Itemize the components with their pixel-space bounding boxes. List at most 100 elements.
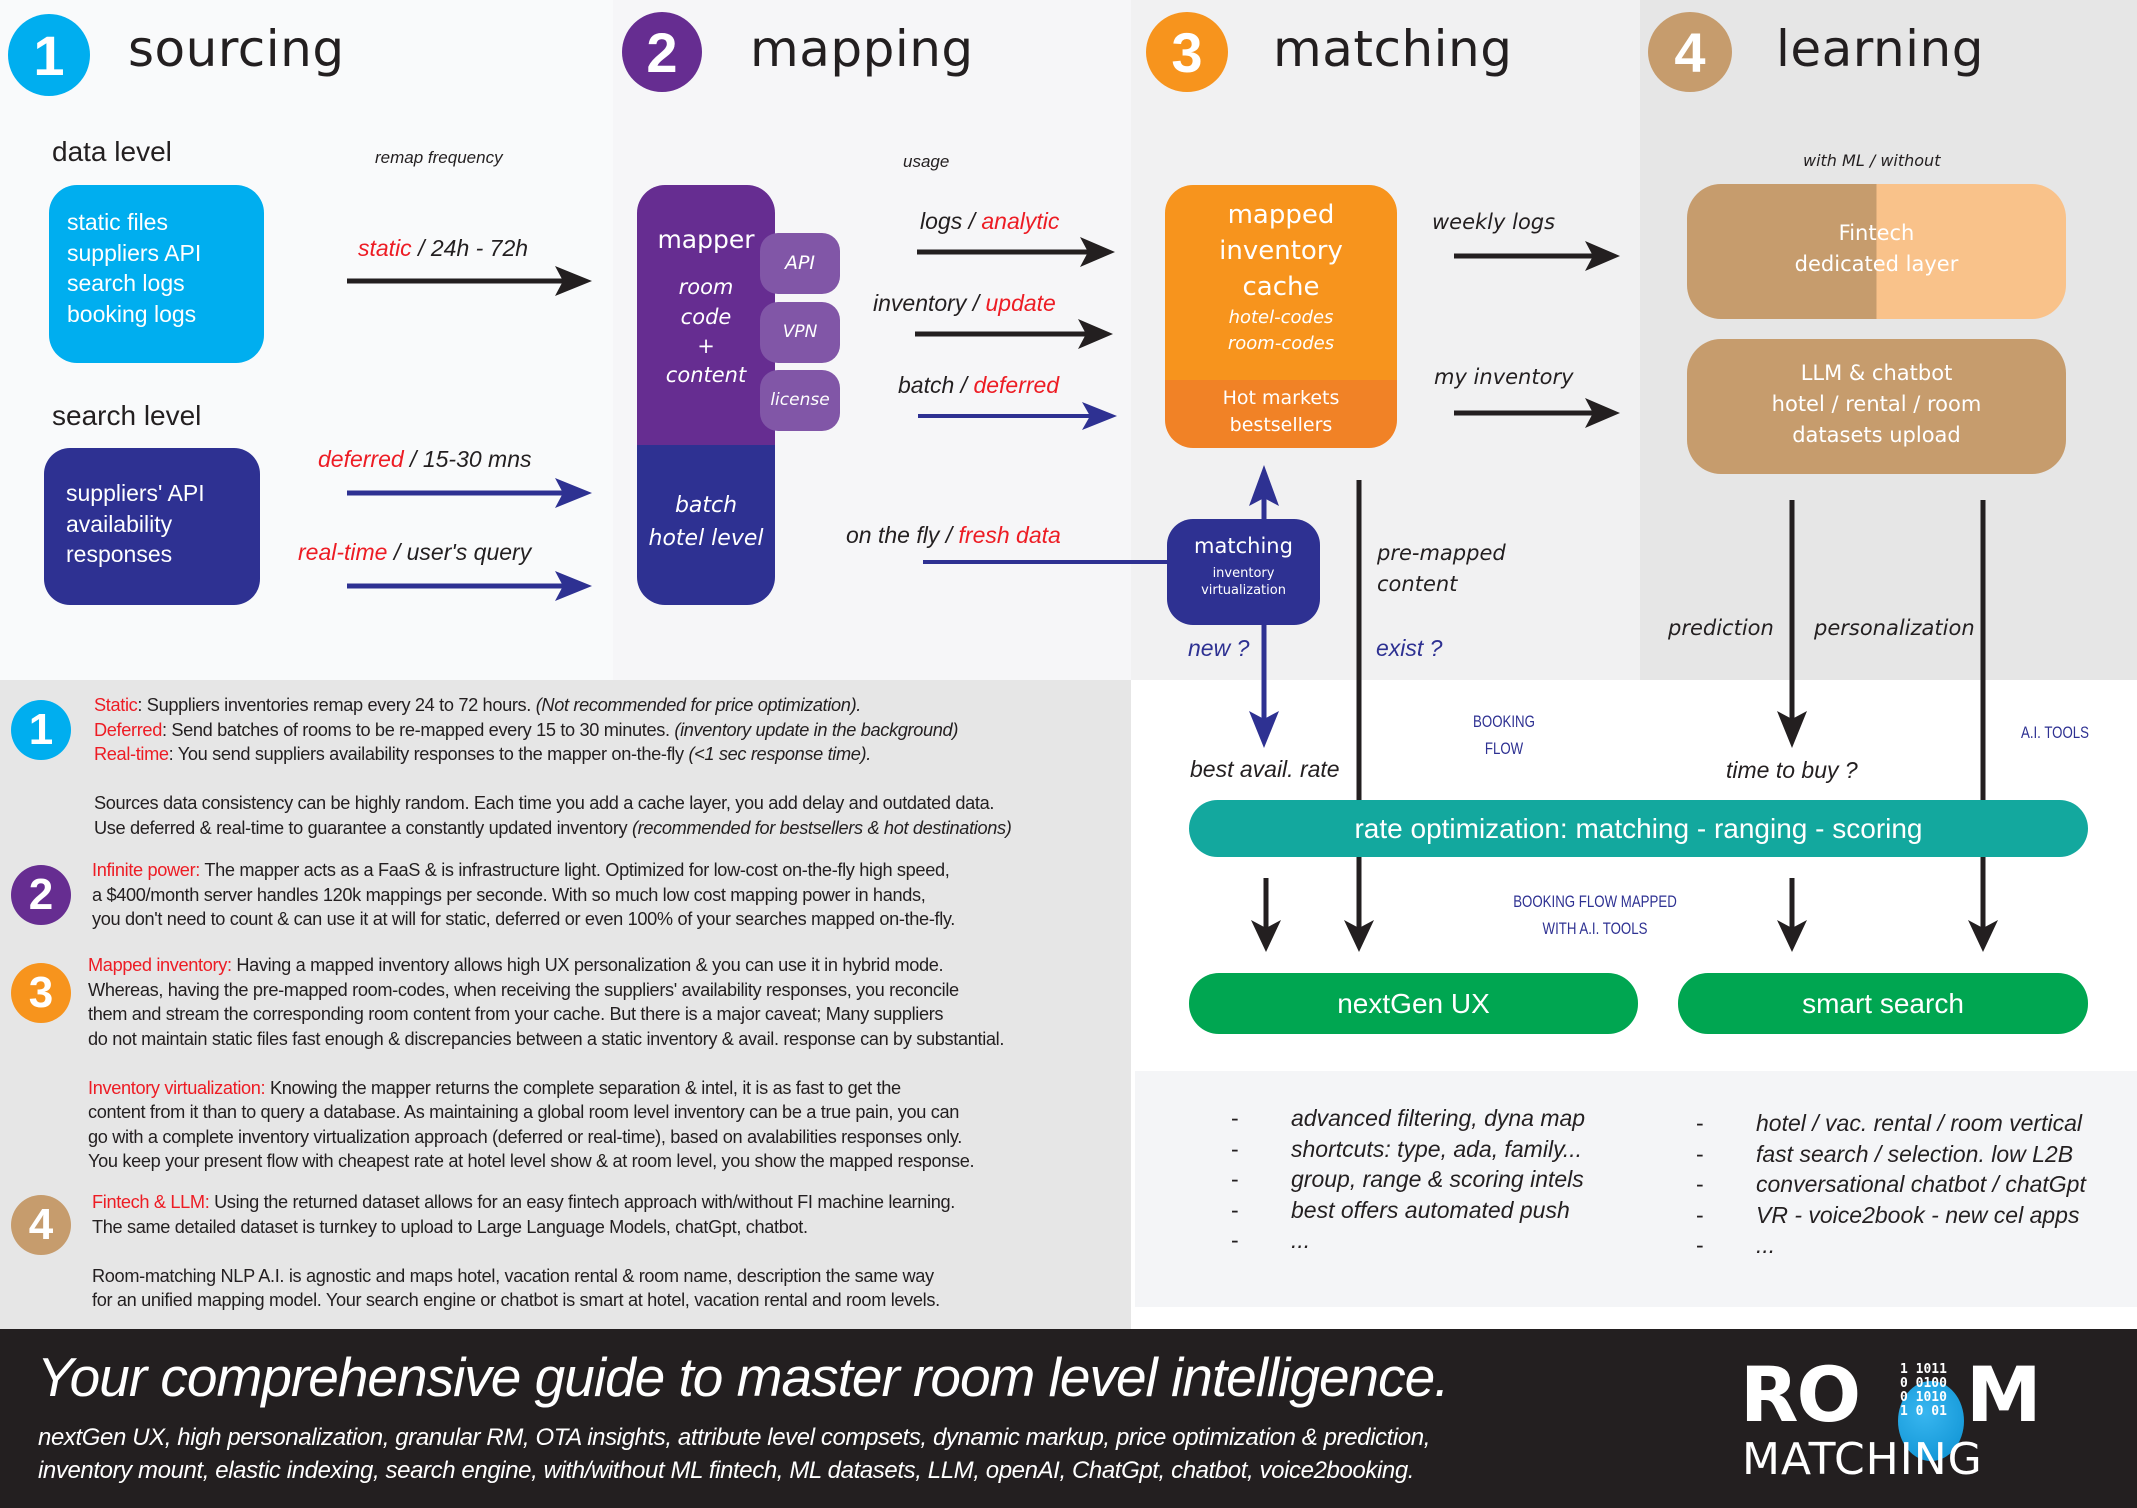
mapper-tab-api: API bbox=[760, 233, 840, 294]
note-line: Room-matching NLP A.I. is agnostic and m… bbox=[92, 1265, 934, 1286]
section-badge-2: 2 bbox=[622, 12, 702, 92]
flow-key: real-time bbox=[298, 539, 388, 565]
note-key: Mapped inventory: bbox=[88, 955, 232, 975]
list-item: - VR - voice2book - new cel apps bbox=[1696, 1201, 2080, 1228]
cache-upper: mapped inventory cache hotel-codes room-… bbox=[1165, 185, 1397, 380]
section-title-mapping: mapping bbox=[750, 20, 974, 78]
llm-line: hotel / rental / room bbox=[1771, 392, 1982, 416]
section-badge-4: 4 bbox=[1648, 12, 1732, 92]
note-sourcing: Static: Suppliers inventories remap ever… bbox=[94, 693, 1012, 840]
search-level-label: search level bbox=[52, 400, 202, 431]
section-title-learning: learning bbox=[1776, 20, 1984, 78]
note-line: content from it than to query a database… bbox=[88, 1102, 960, 1122]
binary-line: 1 0 01 bbox=[1900, 1404, 1947, 1419]
virt-sub: inventory bbox=[1212, 566, 1275, 581]
note-mapping: Infinite power: The mapper acts as a Faa… bbox=[92, 858, 955, 932]
hot-line: Hot markets bbox=[1222, 387, 1340, 409]
mapper-body: room bbox=[678, 275, 734, 299]
note-line: do not maintain static files fast enough… bbox=[88, 1028, 1005, 1049]
usage-key: inventory bbox=[873, 290, 967, 316]
cache-title-line: cache bbox=[1242, 272, 1320, 302]
list-item: - advanced filtering, dyna map bbox=[1231, 1105, 1586, 1131]
room-matching-logo: 1 1011 0 0100 0 1010 1 0 01 RO M MATCHIN… bbox=[1740, 1355, 2060, 1485]
note-text: Using the returned dataset allows for an… bbox=[209, 1192, 955, 1212]
usage-logs: logs / analytic bbox=[920, 208, 1060, 234]
flow-deferred: deferred / 15-30 mns bbox=[318, 446, 532, 473]
cache-title-line: inventory bbox=[1219, 236, 1343, 266]
exist-question: exist ? bbox=[1376, 635, 1443, 661]
usage-value: analytic bbox=[981, 208, 1060, 234]
search-level-box: suppliers' API availability responses bbox=[44, 448, 260, 605]
usage-key: batch bbox=[898, 372, 955, 398]
note-matching: Mapped inventory: Having a mapped invent… bbox=[88, 953, 1004, 1174]
nextgen-ux-box: nextGen UX bbox=[1189, 973, 1638, 1034]
list-item-text: VR - voice2book - new cel apps bbox=[1756, 1201, 2080, 1228]
section-badge-3: 3 bbox=[1146, 12, 1228, 92]
note-italic: (<1 sec response time). bbox=[688, 744, 871, 764]
note-line: Infinite power: The mapper acts as a Faa… bbox=[92, 858, 955, 883]
section-badge-1: 1 bbox=[8, 14, 90, 96]
mapped-inventory-cache-box: mapped inventory cache hotel-codes room-… bbox=[1165, 185, 1397, 448]
note-line: go with a complete inventory virtualizat… bbox=[88, 1126, 962, 1147]
my-inventory-label: my inventory bbox=[1434, 365, 1574, 389]
search-level-item: availability bbox=[66, 510, 173, 537]
pre-mapped-line: content bbox=[1377, 572, 1458, 596]
note-text: Having a mapped inventory allows high UX… bbox=[231, 955, 944, 975]
note-key: Static bbox=[94, 695, 138, 715]
note-badge-4: 4 bbox=[11, 1195, 71, 1255]
flow-static: static / 24h - 72h bbox=[358, 235, 528, 262]
cache-code-line: room-codes bbox=[1227, 333, 1335, 354]
note-text: : You send suppliers availability respon… bbox=[168, 744, 689, 764]
note-text: : Send batches of rooms to be re-mapped … bbox=[161, 719, 675, 740]
list-item: - conversational chatbot / chatGpt bbox=[1696, 1171, 2086, 1197]
personalization-label: personalization bbox=[1814, 616, 1975, 640]
badge-number: 4 bbox=[28, 1200, 54, 1249]
note-badge-2: 2 bbox=[11, 865, 71, 925]
usage-label: usage bbox=[903, 152, 950, 171]
note-line: Real-time: You send suppliers availabili… bbox=[94, 742, 1011, 767]
list-item: - hotel / vac. rental / room vertical bbox=[1696, 1110, 2082, 1136]
note-line: Whereas, having the pre-mapped room-code… bbox=[88, 979, 959, 1000]
footer-line: inventory mount, elastic indexing, searc… bbox=[38, 1457, 1415, 1484]
booking-flow-mapped-line: BOOKING FLOW MAPPED bbox=[1513, 892, 1677, 911]
note-key: Inventory virtualization: bbox=[88, 1077, 266, 1098]
list-item-text: conversational chatbot / chatGpt bbox=[1756, 1171, 2086, 1197]
usage-inventory: inventory / update bbox=[873, 290, 1056, 316]
search-level-item: suppliers' API bbox=[66, 480, 205, 506]
binary-line: 0 1010 bbox=[1900, 1390, 1947, 1405]
note-text: Sources data consistency can be highly r… bbox=[94, 793, 995, 813]
usage-batch: batch / deferred bbox=[898, 372, 1060, 398]
list-item: - best offers automated push bbox=[1231, 1196, 1570, 1223]
note-line: Mapped inventory: Having a mapped invent… bbox=[88, 953, 1004, 978]
list-item-text: ... bbox=[1291, 1227, 1311, 1253]
booking-flow-mapped-label: BOOKING FLOW MAPPED WITH A.I. TOOLS bbox=[1505, 888, 1684, 942]
footer-title: Your comprehensive guide to master room … bbox=[37, 1346, 1449, 1408]
mapper-tab-license: license bbox=[760, 370, 840, 431]
cache-title-line: mapped bbox=[1227, 200, 1335, 230]
note-learning: Fintech & LLM: Using the returned datase… bbox=[92, 1190, 955, 1313]
note-text: Knowing the mapper returns the complete … bbox=[265, 1077, 901, 1098]
prediction-label: prediction bbox=[1668, 616, 1774, 640]
flow-key: deferred bbox=[318, 446, 404, 472]
list-item: - group, range & scoring intels bbox=[1231, 1166, 1584, 1192]
fintech-line: dedicated layer bbox=[1794, 252, 1959, 276]
booking-flow-mapped-line: WITH A.I. TOOLS bbox=[1542, 919, 1648, 938]
smart-search-box: smart search bbox=[1678, 973, 2088, 1034]
with-ml-label: with ML / without bbox=[1803, 151, 1941, 170]
note-line: Sources data consistency can be highly r… bbox=[94, 791, 1011, 816]
mapper-body: + bbox=[697, 334, 715, 358]
note-line: them and stream the corresponding room c… bbox=[88, 1004, 944, 1024]
note-line: The same detailed dataset is turnkey to … bbox=[92, 1216, 808, 1237]
note-italic: (Not recommended for price optimization)… bbox=[535, 695, 862, 715]
mapper-tab-vpn: VPN bbox=[760, 302, 840, 363]
remap-frequency-label: remap frequency bbox=[375, 148, 503, 167]
note-key: Deferred bbox=[94, 719, 162, 740]
list-item: -... bbox=[1696, 1232, 1776, 1258]
search-level-item: responses bbox=[66, 541, 173, 567]
logo-binary: 1 1011 0 0100 0 1010 1 0 01 bbox=[1900, 1363, 1960, 1419]
binary-line: 1 1011 bbox=[1900, 1362, 1947, 1377]
footer-line: nextGen UX, high personalization, granul… bbox=[38, 1424, 1430, 1451]
list-item-text: group, range & scoring intels bbox=[1291, 1166, 1584, 1192]
